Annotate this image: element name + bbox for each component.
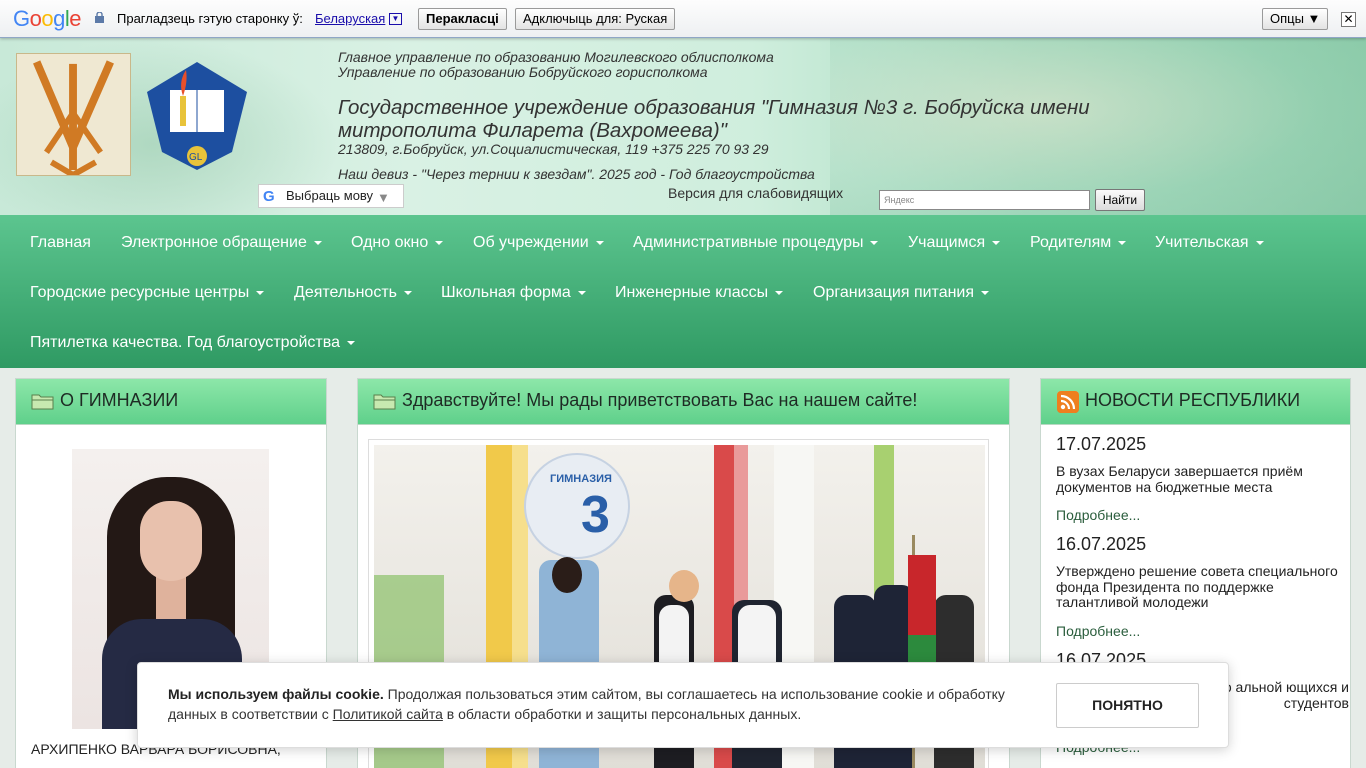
news-panel-header: НОВОСТИ РЕСПУБЛИКИ xyxy=(1041,379,1350,425)
news-text[interactable]: В вузах Беларуси завершается приём докум… xyxy=(1056,463,1346,495)
gymnasium-sign: ГИМНАЗИЯ 3 xyxy=(524,453,630,559)
cookie-accept-button[interactable]: ПОНЯТНО xyxy=(1056,683,1199,728)
close-icon[interactable]: ✕ xyxy=(1341,12,1356,27)
caret-icon xyxy=(992,240,1001,245)
nav-item-students[interactable]: Учащимся xyxy=(908,234,1001,252)
nav-item-engineering[interactable]: Инженерные классы xyxy=(615,284,784,302)
nav-item-admin-procedures[interactable]: Административные процедуры xyxy=(633,234,879,252)
google-g-icon: G xyxy=(263,188,275,205)
nav-item-about[interactable]: Об учреждении xyxy=(473,234,604,252)
news-panel-title: НОВОСТИ РЕСПУБЛИКИ xyxy=(1085,390,1301,410)
nav-item-quality[interactable]: Пятилетка качества. Год благоустройства xyxy=(30,334,355,352)
cookie-banner: Мы используем файлы cookie. Продолжая по… xyxy=(137,662,1229,748)
folder-icon xyxy=(31,394,54,410)
nav-item-e-appeal[interactable]: Электронное обращение xyxy=(121,234,322,252)
translate-bar: Google Прагладзець гэтую старонку ў: Бел… xyxy=(0,0,1366,38)
header-address: 213809, г.Бобруйск, ул.Социалистическая,… xyxy=(338,141,769,157)
nav-item-nutrition[interactable]: Организация питания xyxy=(813,284,990,302)
caret-icon xyxy=(256,290,265,295)
header-ministry-line: Главное управление по образованию Могиле… xyxy=(338,49,774,65)
cookie-text: Мы используем файлы cookie. Продолжая по… xyxy=(168,686,1005,722)
caret-icon xyxy=(595,240,604,245)
caret-icon xyxy=(435,240,444,245)
translate-options-button[interactable]: Опцы ▼ xyxy=(1262,8,1329,30)
caret-icon xyxy=(1255,240,1264,245)
header-department-line: Управление по образованию Бобруйского го… xyxy=(338,64,708,80)
nav-item-one-window[interactable]: Одно окно xyxy=(351,234,444,252)
nav-item-home[interactable]: Главная xyxy=(30,234,91,252)
privacy-policy-link[interactable]: Политикой сайта xyxy=(333,706,443,722)
translate-button[interactable]: Перакласці xyxy=(418,8,507,30)
news-text[interactable]: Утверждено решение совета специального ф… xyxy=(1056,563,1346,611)
main-nav: Главная Электронное обращение Одно окно … xyxy=(0,215,1366,368)
caret-icon xyxy=(775,290,784,295)
site-title: Государственное учреждение образования "… xyxy=(338,96,1090,142)
about-panel-header: О ГИМНАЗИИ xyxy=(16,379,326,425)
translate-prompt: Прагладзець гэтую старонку ў: xyxy=(117,11,303,26)
site-header: GL Главное управление по образованию Мог… xyxy=(0,38,1366,215)
search-input[interactable]: Яндекс xyxy=(879,190,1090,210)
caret-icon xyxy=(1118,240,1127,245)
folder-icon xyxy=(373,394,396,410)
nav-item-teachers[interactable]: Учительская xyxy=(1155,234,1264,252)
caret-icon xyxy=(870,240,879,245)
city-crest-icon xyxy=(16,53,131,176)
svg-text:GL: GL xyxy=(189,152,203,163)
gymnasium-emblem-icon: GL xyxy=(147,62,247,170)
caret-icon xyxy=(346,340,355,345)
news-date: 16.07.2025 xyxy=(1056,534,1147,554)
about-panel-title: О ГИМНАЗИИ xyxy=(60,390,179,410)
nav-item-parents[interactable]: Родителям xyxy=(1030,234,1127,252)
chevron-down-icon: ▼ xyxy=(377,190,390,205)
nav-item-uniform[interactable]: Школьная форма xyxy=(441,284,586,302)
nav-item-resource-centers[interactable]: Городские ресурсные центры xyxy=(30,284,265,302)
disable-translate-button[interactable]: Адключыць для: Руская xyxy=(515,8,676,30)
news-more-link[interactable]: Подробнее... xyxy=(1056,623,1140,639)
lock-icon xyxy=(95,12,104,23)
search-button[interactable]: Найти xyxy=(1095,189,1145,211)
language-select[interactable]: G Выбраць мову ▼ xyxy=(258,184,404,208)
rss-icon[interactable] xyxy=(1057,391,1079,413)
news-more-link[interactable]: Подробнее... xyxy=(1056,507,1140,523)
caret-icon xyxy=(403,290,412,295)
translate-language-link[interactable]: Беларуская xyxy=(315,11,385,26)
caret-icon xyxy=(577,290,586,295)
google-logo: Google xyxy=(13,6,82,31)
language-dropdown-icon[interactable]: ▼ xyxy=(389,13,402,25)
caret-icon xyxy=(981,290,990,295)
header-motto: Наш девиз - "Через тернии к звездам". 20… xyxy=(338,166,815,182)
nav-item-activity[interactable]: Деятельность xyxy=(294,284,412,302)
caret-icon xyxy=(313,240,322,245)
welcome-panel-header: Здравствуйте! Мы рады приветствовать Вас… xyxy=(358,379,1009,425)
welcome-panel-title: Здравствуйте! Мы рады приветствовать Вас… xyxy=(402,390,918,410)
language-select-label: Выбраць мову xyxy=(286,188,374,203)
accessibility-version-link[interactable]: Версия для слабовидящих xyxy=(668,185,843,201)
news-date: 17.07.2025 xyxy=(1056,434,1147,454)
